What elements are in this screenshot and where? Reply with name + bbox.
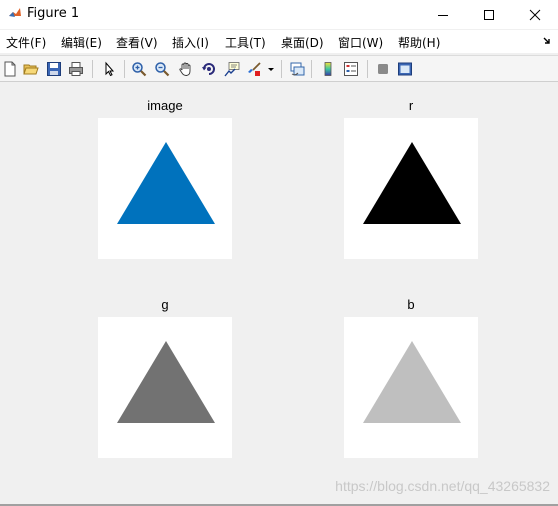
pan-button[interactable] (176, 59, 196, 79)
image-axes-svg (117, 142, 215, 224)
toolbar-separator (281, 60, 282, 78)
minimize-button[interactable] (420, 0, 466, 29)
rotate-3d-icon (202, 63, 215, 75)
triangle-shape (363, 142, 461, 224)
r-axes-svg (363, 142, 461, 224)
maximize-button[interactable] (466, 0, 512, 29)
subplot-image[interactable] (98, 118, 232, 259)
open-file-button[interactable] (21, 59, 41, 79)
show-plot-tools-icon (398, 62, 412, 76)
subplot-title-g: g (161, 297, 169, 312)
toolbar-separator (92, 60, 93, 78)
figure-toolbar (0, 55, 558, 82)
link-plot-icon (290, 62, 305, 76)
matlab-logo-icon (8, 6, 22, 20)
zoom-out-icon (155, 62, 170, 77)
insert-legend-button[interactable] (341, 59, 361, 79)
menu-edit[interactable]: 编辑(E) (61, 34, 102, 51)
subplot-b[interactable] (344, 317, 478, 458)
brush-icon (248, 62, 261, 76)
zoom-out-button[interactable] (152, 59, 172, 79)
show-plot-tools-button[interactable] (395, 59, 415, 79)
menu-bar: 文件(F) 编辑(E) 查看(V) 插入(I) 工具(T) 桌面(D) 窗口(W… (0, 30, 558, 53)
watermark-text: https://blog.csdn.net/qq_43265832 (335, 478, 550, 494)
new-figure-button[interactable] (0, 59, 20, 79)
hide-plot-tools-button[interactable] (373, 59, 393, 79)
select-button[interactable] (99, 59, 119, 79)
menu-insert[interactable]: 插入(I) (172, 34, 209, 51)
insert-legend-icon (344, 62, 358, 76)
open-file-icon (23, 64, 39, 75)
hide-plot-tools-icon (378, 64, 388, 74)
menu-desktop[interactable]: 桌面(D) (281, 34, 324, 51)
data-cursor-button[interactable] (222, 59, 242, 79)
subplot-r[interactable] (344, 118, 478, 259)
menu-file[interactable]: 文件(F) (6, 34, 46, 51)
minimize-icon (438, 14, 448, 16)
data-cursor-icon (224, 62, 240, 77)
menu-window[interactable]: 窗口(W) (338, 34, 383, 51)
close-button[interactable] (512, 0, 558, 29)
toolbar-separator (124, 60, 125, 78)
pan-hand-icon (179, 62, 191, 76)
menu-view[interactable]: 查看(V) (116, 34, 158, 51)
triangle-shape (117, 341, 215, 423)
brush-dropdown-button[interactable] (265, 59, 277, 79)
select-arrow-icon (105, 61, 115, 77)
save-button[interactable] (44, 59, 64, 79)
menu-help[interactable]: 帮助(H) (398, 34, 440, 51)
toolbar-separator (311, 60, 312, 78)
subplot-title-image: image (147, 98, 183, 113)
save-icon (47, 62, 61, 76)
maximize-icon (484, 9, 494, 20)
zoom-in-icon (132, 62, 147, 77)
b-axes-svg (363, 341, 461, 423)
zoom-in-button[interactable] (129, 59, 149, 79)
rotate-3d-button[interactable] (199, 59, 219, 79)
figure-window: Figure 1 文件(F) 编辑(E) 查看(V) 插入(I) 工具(T) 桌… (0, 0, 558, 506)
brush-button[interactable] (244, 59, 264, 79)
menu-tools[interactable]: 工具(T) (225, 34, 266, 51)
brush-dropdown-icon (268, 68, 274, 71)
title-bar[interactable]: Figure 1 (0, 0, 558, 29)
link-plot-button[interactable] (287, 59, 307, 79)
insert-colorbar-icon (324, 62, 332, 76)
insert-colorbar-button[interactable] (318, 59, 338, 79)
subplot-g[interactable] (98, 317, 232, 458)
toolbar-separator (367, 60, 368, 78)
g-axes-svg (117, 341, 215, 423)
print-button[interactable] (66, 59, 86, 79)
triangle-shape (117, 142, 215, 224)
new-figure-icon (4, 61, 16, 77)
subplot-title-b: b (407, 297, 415, 312)
close-icon (529, 9, 541, 20)
figure-canvas[interactable]: image r g b https://blog.csdn.net/qq_432… (0, 83, 558, 504)
window-title: Figure 1 (27, 6, 80, 21)
print-icon (69, 62, 83, 76)
triangle-shape (363, 341, 461, 423)
subplot-title-r: r (408, 98, 414, 113)
dock-arrow-icon[interactable] (543, 36, 553, 46)
